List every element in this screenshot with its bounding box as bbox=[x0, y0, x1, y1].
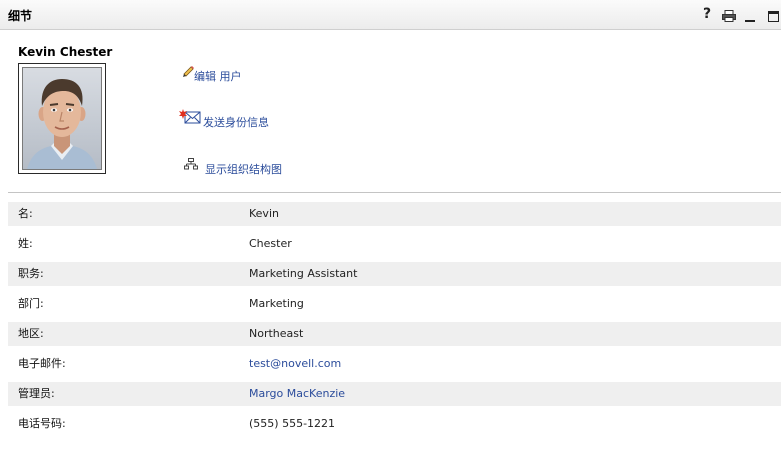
email-label: 电子邮件: bbox=[18, 357, 66, 370]
first-name-value: Kevin bbox=[249, 207, 279, 220]
manager-link[interactable]: Margo MacKenzie bbox=[249, 382, 345, 406]
send-identity-label[interactable]: 发送身份信息 bbox=[203, 116, 269, 129]
user-photo bbox=[22, 67, 102, 170]
detail-row-phone: 电话号码: (555) 555-1221 bbox=[8, 412, 781, 436]
help-icon[interactable]: ? bbox=[703, 6, 711, 22]
printer-icon[interactable] bbox=[722, 10, 736, 22]
manager-label: 管理员: bbox=[18, 387, 55, 400]
detail-row-first-name: 名: Kevin bbox=[8, 202, 781, 226]
envelope-icon[interactable] bbox=[179, 109, 201, 125]
maximize-icon[interactable] bbox=[768, 11, 779, 22]
detail-row-email: 电子邮件: test@novell.com bbox=[8, 352, 781, 376]
first-name-label: 名: bbox=[18, 207, 33, 220]
region-value: Northeast bbox=[249, 327, 304, 340]
panel-header: 细节 ? bbox=[0, 0, 781, 30]
department-value: Marketing bbox=[249, 297, 304, 310]
user-full-name: Kevin Chester bbox=[18, 45, 113, 59]
department-label: 部门: bbox=[18, 297, 44, 310]
details-table: 名: Kevin 姓: Chester 职务: Marketing Assist… bbox=[8, 202, 781, 436]
last-name-label: 姓: bbox=[18, 237, 33, 250]
show-org-chart-link[interactable]: 显示组织结构图 bbox=[184, 158, 304, 176]
show-org-chart-label[interactable]: 显示组织结构图 bbox=[205, 163, 282, 176]
panel-title: 细节 bbox=[8, 9, 33, 23]
detail-row-title: 职务: Marketing Assistant bbox=[8, 262, 781, 286]
detail-row-region: 地区: Northeast bbox=[8, 322, 781, 346]
phone-value: (555) 555-1221 bbox=[249, 417, 336, 430]
title-label: 职务: bbox=[18, 267, 44, 280]
edit-user-link[interactable]: 编辑 用户 bbox=[181, 64, 271, 84]
send-identity-link[interactable]: 发送身份信息 bbox=[179, 109, 289, 131]
detail-row-manager: 管理员: Margo MacKenzie bbox=[8, 382, 781, 406]
region-label: 地区: bbox=[18, 327, 44, 340]
detail-row-last-name: 姓: Chester bbox=[8, 232, 781, 256]
pencil-icon[interactable] bbox=[181, 64, 195, 78]
minimize-icon[interactable] bbox=[745, 20, 755, 22]
last-name-value: Chester bbox=[249, 237, 292, 250]
org-chart-icon[interactable] bbox=[184, 158, 198, 170]
email-link[interactable]: test@novell.com bbox=[249, 352, 341, 376]
user-photo-frame bbox=[18, 63, 106, 174]
title-value: Marketing Assistant bbox=[249, 267, 358, 280]
phone-label: 电话号码: bbox=[18, 417, 66, 430]
section-divider bbox=[8, 192, 781, 193]
edit-user-label[interactable]: 编辑 用户 bbox=[194, 70, 242, 83]
detail-row-department: 部门: Marketing bbox=[8, 292, 781, 316]
